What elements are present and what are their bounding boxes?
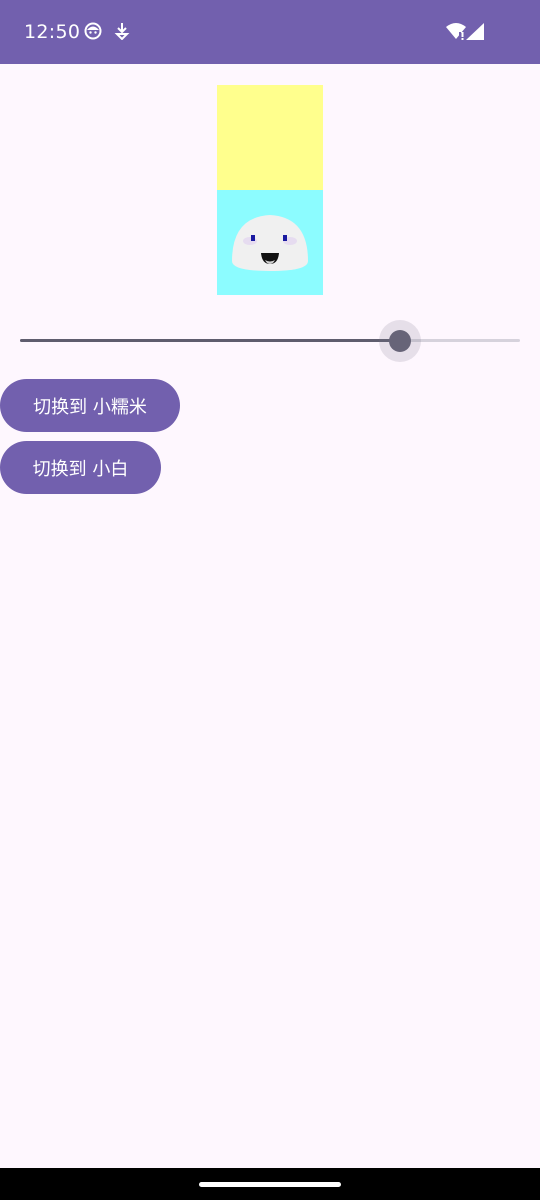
status-time: 12:50 — [24, 21, 81, 43]
signal-icon — [466, 23, 484, 45]
home-gesture-handle[interactable] — [199, 1182, 341, 1187]
preview-bottom-panel — [217, 190, 323, 295]
mochi-face-icon — [230, 209, 310, 275]
navigation-bar — [0, 1168, 540, 1200]
face-notification-icon — [84, 22, 102, 44]
switch-to-mochi-button[interactable]: 切换到 小糯米 — [0, 379, 180, 432]
download-notification-icon — [114, 22, 130, 44]
status-bar: 12:50 — [0, 0, 540, 64]
slider-thumb[interactable] — [389, 330, 411, 352]
wifi-icon — [446, 22, 466, 44]
size-slider[interactable] — [20, 320, 520, 362]
slider-track-active[interactable] — [20, 339, 400, 342]
character-preview — [217, 85, 323, 295]
preview-top-panel — [217, 85, 323, 190]
switch-to-xiaobai-button[interactable]: 切换到 小白 — [0, 441, 161, 494]
